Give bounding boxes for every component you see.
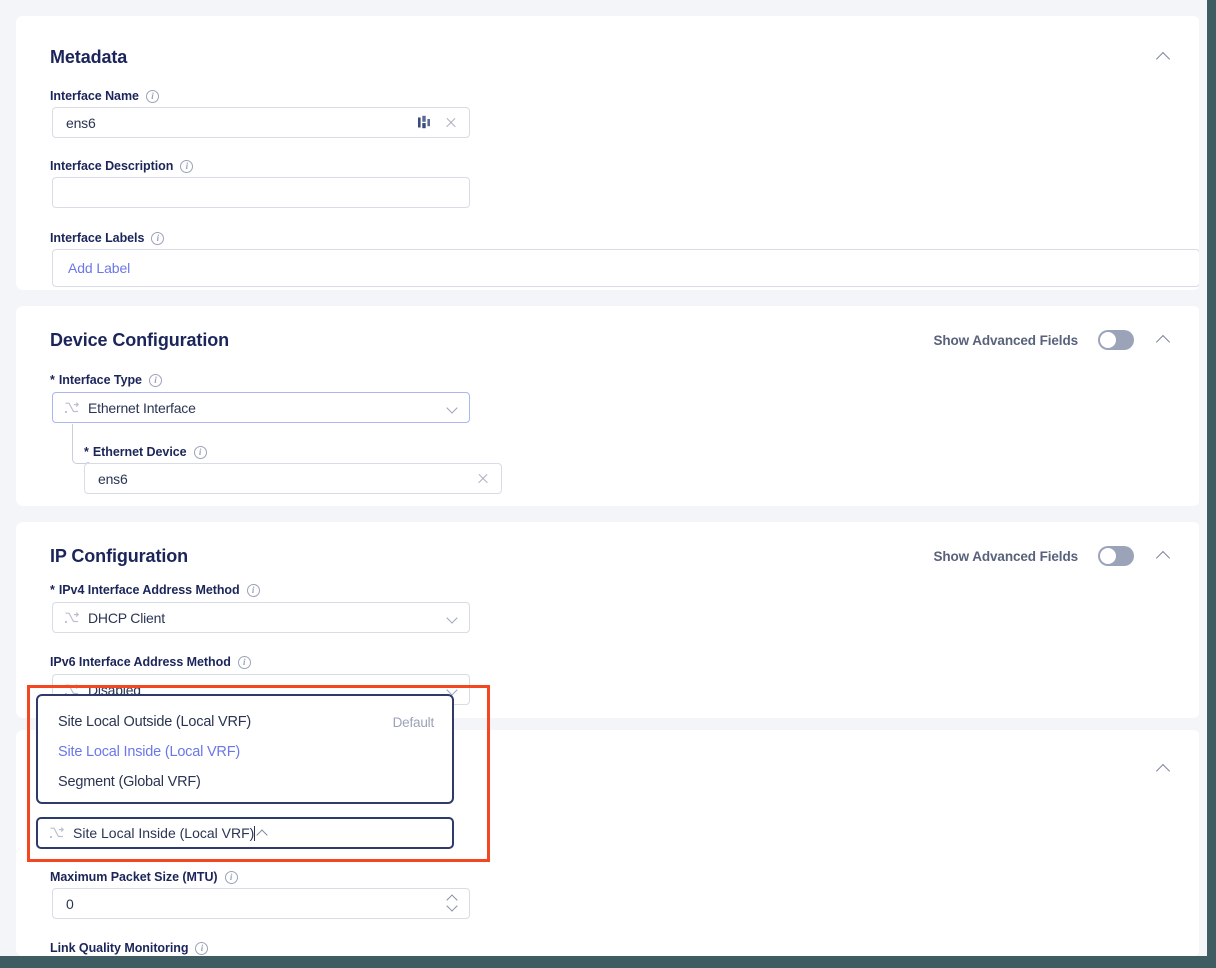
dropdown-option-label: Segment (Global VRF)	[58, 774, 201, 790]
ethernet-device-value: ens6	[98, 471, 475, 487]
info-icon[interactable]	[151, 232, 164, 245]
dropdown-option-label: Site Local Inside (Local VRF)	[58, 744, 240, 760]
bar-chart-icon[interactable]	[417, 115, 432, 130]
app-viewport: Metadata Interface Name ens6	[0, 0, 1216, 968]
label-interface-description: Interface Description	[50, 158, 193, 174]
show-advanced-fields-toggle-ip[interactable]	[1098, 546, 1134, 566]
interface-name-input[interactable]: ens6	[52, 107, 470, 138]
required-asterisk: *	[84, 444, 89, 460]
interface-type-chevron-down-icon[interactable]	[445, 401, 459, 415]
ethernet-device-input[interactable]: ens6	[84, 463, 502, 494]
label-ipv6-address-method-text: IPv6 Interface Address Method	[50, 654, 231, 670]
label-interface-labels-text: Interface Labels	[50, 230, 144, 246]
info-icon[interactable]	[225, 871, 238, 884]
label-interface-type: * Interface Type	[50, 372, 162, 388]
device-configuration-header: Device Configuration Show Advanced Field…	[50, 327, 1174, 353]
label-mtu-text: Maximum Packet Size (MTU)	[50, 869, 218, 885]
device-configuration-title: Device Configuration	[50, 330, 229, 351]
ipv4-address-method-select[interactable]: DHCP Client	[52, 602, 470, 633]
branch-icon	[64, 400, 80, 416]
vrf-select-value-text: Site Local Inside (Local VRF)	[73, 825, 254, 841]
toggle-knob	[1100, 332, 1116, 348]
collapse-device-configuration-chevron-up-icon[interactable]	[1154, 330, 1174, 350]
add-label-placeholder[interactable]: Add Label	[68, 260, 130, 276]
metadata-header: Metadata	[50, 44, 1174, 70]
info-icon[interactable]	[194, 446, 207, 459]
info-icon[interactable]	[180, 160, 193, 173]
dropdown-option[interactable]: Site Local Outside (Local VRF) Default	[38, 707, 452, 737]
dropdown-option-default-badge: Default	[393, 715, 434, 730]
scrollbar-track[interactable]	[1199, 0, 1207, 968]
label-link-quality-monitoring: Link Quality Monitoring	[50, 940, 208, 956]
label-interface-description-text: Interface Description	[50, 158, 173, 174]
show-advanced-fields-label-device: Show Advanced Fields	[933, 333, 1078, 348]
interface-type-value: Ethernet Interface	[88, 400, 445, 416]
card-metadata: Metadata Interface Name ens6	[16, 16, 1200, 290]
metadata-header-actions	[1154, 47, 1174, 67]
ipv4-address-method-chevron-down-icon[interactable]	[445, 611, 459, 625]
required-asterisk: *	[50, 372, 55, 388]
interface-name-value: ens6	[66, 115, 417, 131]
branch-icon	[49, 825, 65, 841]
interface-labels-input[interactable]: Add Label	[52, 249, 1200, 287]
ip-configuration-title: IP Configuration	[50, 546, 188, 567]
label-ethernet-device-text: Ethernet Device	[93, 444, 187, 460]
label-ethernet-device: * Ethernet Device	[84, 444, 207, 460]
ip-configuration-header: IP Configuration Show Advanced Fields	[50, 543, 1174, 569]
info-icon[interactable]	[195, 942, 208, 955]
interface-description-input[interactable]	[52, 177, 470, 208]
label-mtu: Maximum Packet Size (MTU)	[50, 869, 238, 885]
vrf-select-field[interactable]: Site Local Inside (Local VRF)	[36, 817, 454, 849]
interface-type-select[interactable]: Ethernet Interface	[52, 392, 470, 423]
collapse-ip-configuration-chevron-up-icon[interactable]	[1154, 546, 1174, 566]
collapse-metadata-chevron-up-icon[interactable]	[1154, 47, 1174, 67]
device-configuration-header-actions: Show Advanced Fields	[933, 330, 1174, 350]
dropdown-option[interactable]: Segment (Global VRF)	[38, 767, 452, 797]
toggle-knob	[1100, 548, 1116, 564]
vrf-select-value: Site Local Inside (Local VRF)	[73, 825, 255, 841]
card-ip-configuration: IP Configuration Show Advanced Fields * …	[16, 522, 1200, 718]
label-link-quality-monitoring-text: Link Quality Monitoring	[50, 940, 188, 956]
label-interface-labels: Interface Labels	[50, 230, 164, 246]
info-icon[interactable]	[149, 374, 162, 387]
label-interface-name: Interface Name	[50, 88, 159, 104]
vrf-select-chevron-up-icon[interactable]	[255, 826, 269, 840]
next-section-header-actions	[1154, 759, 1174, 779]
info-icon[interactable]	[146, 90, 159, 103]
label-ipv4-address-method: * IPv4 Interface Address Method	[50, 582, 260, 598]
mtu-input[interactable]: 0	[52, 888, 470, 919]
info-icon[interactable]	[247, 584, 260, 597]
dropdown-option[interactable]: Site Local Inside (Local VRF)	[38, 737, 452, 767]
label-ipv6-address-method: IPv6 Interface Address Method	[50, 654, 251, 670]
label-ipv4-address-method-text: IPv4 Interface Address Method	[59, 582, 240, 598]
collapse-next-section-chevron-up-icon[interactable]	[1154, 759, 1174, 779]
dropdown-option-label: Site Local Outside (Local VRF)	[58, 714, 251, 730]
label-interface-type-text: Interface Type	[59, 372, 142, 388]
branch-icon	[64, 610, 80, 626]
label-interface-name-text: Interface Name	[50, 88, 139, 104]
clear-ethernet-device-close-icon[interactable]	[475, 471, 491, 487]
card-device-configuration: Device Configuration Show Advanced Field…	[16, 306, 1200, 506]
ipv4-address-method-value: DHCP Client	[88, 610, 445, 626]
show-advanced-fields-label-ip: Show Advanced Fields	[933, 549, 1078, 564]
window-right-edge	[1207, 0, 1216, 968]
info-icon[interactable]	[238, 656, 251, 669]
page-title: Metadata	[50, 47, 127, 68]
mtu-value: 0	[66, 896, 445, 912]
mtu-stepper-icon[interactable]	[445, 894, 459, 914]
clear-interface-name-close-icon[interactable]	[443, 115, 459, 131]
window-bottom-edge	[0, 956, 1216, 968]
show-advanced-fields-toggle-device[interactable]	[1098, 330, 1134, 350]
ip-configuration-header-actions: Show Advanced Fields	[933, 546, 1174, 566]
ipv6-address-method-dropdown-list[interactable]: Site Local Outside (Local VRF) Default S…	[36, 694, 454, 804]
required-asterisk: *	[50, 582, 55, 598]
